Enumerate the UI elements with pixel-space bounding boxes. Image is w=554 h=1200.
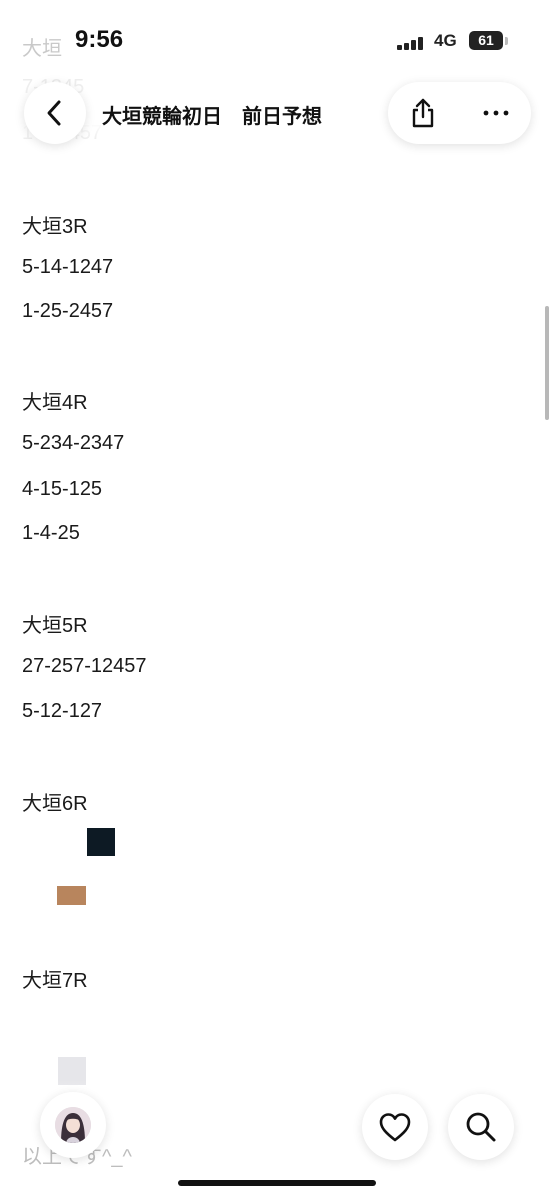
race-label: 大垣6R [22,793,88,815]
home-indicator[interactable] [178,1180,376,1186]
search-icon [466,1112,496,1142]
more-icon [483,110,509,116]
scrollbar[interactable] [545,306,549,420]
battery-icon: 61 [469,31,503,50]
search-button[interactable] [448,1094,514,1160]
signal-icon [397,36,427,50]
redaction-block [57,886,86,905]
page-title: 大垣競輪初日 前日予想 [102,104,322,128]
prediction-line: 5-12-127 [22,700,103,722]
header-actions [388,82,531,144]
share-icon [412,98,434,128]
prediction-line: 1-25-2457 [22,300,114,322]
prediction-line: 1-4-25 [22,522,80,544]
more-button[interactable] [461,82,531,144]
redaction-block [87,828,115,856]
share-button[interactable] [388,82,458,144]
heart-icon [379,1113,411,1142]
chevron-left-icon [47,100,61,126]
avatar [55,1107,91,1143]
prediction-line: 5-234-2347 [22,432,125,454]
race-label: 大垣5R [22,615,88,637]
like-button[interactable] [362,1094,428,1160]
prediction-line: 5-14-1247 [22,256,114,278]
race-label: 大垣4R [22,392,88,414]
back-button[interactable] [24,82,86,144]
battery-nub [505,37,508,45]
prediction-line: 4-15-125 [22,478,103,500]
race-label: 大垣3R [22,216,88,238]
prediction-line: 27-257-12457 [22,655,147,677]
ghost-line: 大垣 [22,38,62,60]
author-avatar-button[interactable] [40,1092,106,1158]
status-time: 9:56 [75,26,124,53]
race-label: 大垣7R [22,970,88,992]
network-type: 4G [434,31,457,50]
